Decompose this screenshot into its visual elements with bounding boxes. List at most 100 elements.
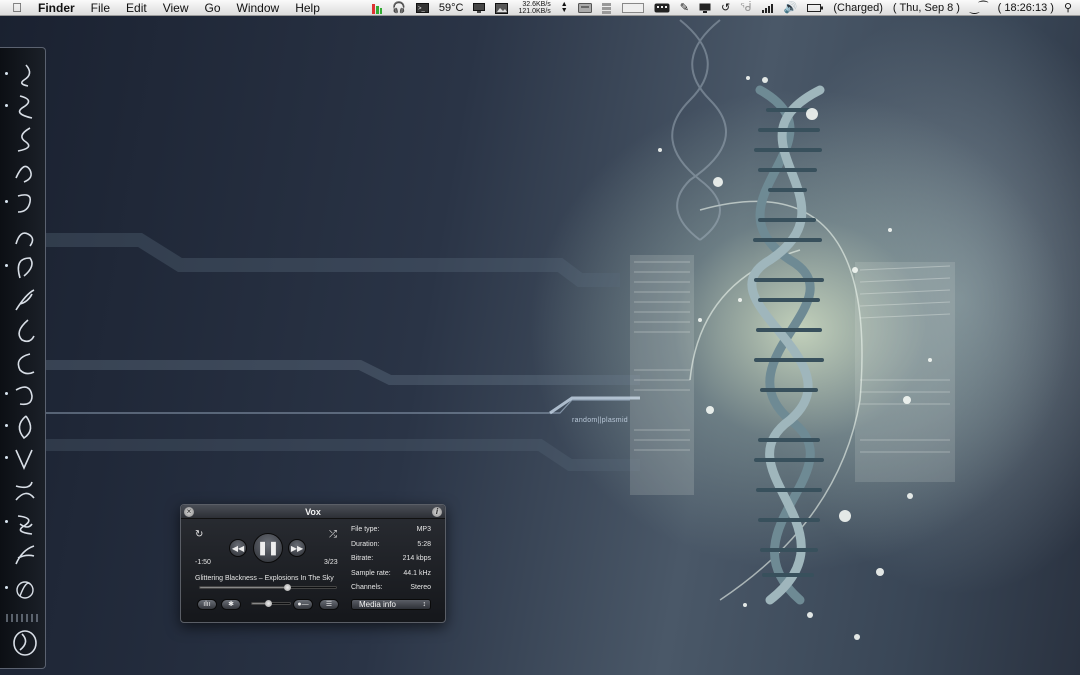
- battery-bars-icon[interactable]: [597, 2, 617, 14]
- pen-icon[interactable]: ✎: [675, 0, 694, 16]
- progress-slider[interactable]: [199, 584, 337, 591]
- previous-button[interactable]: ◀◀: [229, 539, 247, 557]
- play-pause-button[interactable]: ❚❚: [253, 533, 283, 563]
- menu-finder[interactable]: Finder: [34, 0, 83, 16]
- dock-item[interactable]: [2, 380, 44, 410]
- swirl-icon: [20, 64, 31, 87]
- network-arrows-icon[interactable]: ▲ ▼: [556, 1, 573, 14]
- cpu-meter-icon[interactable]: [367, 3, 387, 14]
- menu-file[interactable]: File: [83, 0, 118, 16]
- image-icon[interactable]: [490, 2, 513, 14]
- airplay-button[interactable]: ●—: [293, 599, 313, 610]
- running-indicator: [5, 586, 8, 589]
- desktop-wallpaper: [0, 0, 1080, 675]
- volume-icon[interactable]: 🔊: [779, 0, 803, 16]
- dock-item[interactable]: [2, 284, 44, 314]
- keyboard-icon[interactable]: [649, 3, 675, 13]
- bluetooth-icon[interactable]: ᖂ: [735, 0, 757, 16]
- swirl-icon: [15, 449, 33, 470]
- dock-item[interactable]: [2, 60, 44, 90]
- swirl-icon: [17, 515, 33, 535]
- time-machine-icon[interactable]: ↺: [716, 0, 735, 16]
- activity-graph-icon[interactable]: [617, 3, 649, 13]
- dock-item[interactable]: [2, 316, 44, 346]
- track-position: 3/23: [324, 559, 338, 566]
- weather-icon[interactable]: ‿⁀: [965, 0, 993, 16]
- running-indicator: [5, 520, 8, 523]
- network-speed[interactable]: 32.6KB/s 121.0KB/s: [513, 1, 555, 15]
- date-display[interactable]: ( Thu, Sep 8 ): [888, 0, 965, 16]
- swirl-icon: [18, 415, 32, 440]
- spotlight-icon[interactable]: ⚲: [1059, 0, 1080, 16]
- updown-arrow-icon: ↕: [422, 601, 427, 608]
- menu-view[interactable]: View: [155, 0, 197, 16]
- settings-button[interactable]: ✱: [221, 599, 241, 610]
- monitor-icon[interactable]: [694, 3, 716, 13]
- time-display[interactable]: ( 18:26:13 ): [993, 0, 1059, 16]
- track-title: Glittering Blackness – Explosions In The…: [195, 575, 334, 582]
- info-value: Stereo: [410, 584, 431, 591]
- key-icon: ●—: [297, 601, 309, 608]
- shuffle-icon[interactable]: ⤮: [329, 529, 337, 540]
- menu-edit[interactable]: Edit: [118, 0, 155, 16]
- info-label: Duration:: [351, 541, 380, 548]
- progress-knob[interactable]: [284, 584, 292, 591]
- dock-item[interactable]: [2, 188, 44, 218]
- dock-separator: [6, 614, 40, 622]
- fast-forward-icon: ▶▶: [290, 544, 304, 553]
- menu-window[interactable]: Window: [229, 0, 288, 16]
- playlist-button[interactable]: ☰: [319, 599, 339, 610]
- dock-item[interactable]: [2, 156, 44, 186]
- battery-icon[interactable]: [802, 3, 828, 13]
- dock-item[interactable]: [2, 444, 44, 474]
- close-icon[interactable]: ×: [184, 507, 194, 517]
- info-icon[interactable]: i: [432, 507, 442, 517]
- terminal-icon[interactable]: >_: [411, 3, 434, 13]
- wifi-icon[interactable]: [757, 3, 779, 13]
- dock-item[interactable]: [2, 412, 44, 442]
- menu-help[interactable]: Help: [287, 0, 328, 16]
- info-label: Channels:: [351, 584, 383, 591]
- next-button[interactable]: ▶▶: [288, 539, 306, 557]
- dock-item[interactable]: [2, 540, 44, 570]
- info-value: MP3: [416, 526, 431, 533]
- swirl-icon: [17, 257, 33, 279]
- menu-go[interactable]: Go: [197, 0, 229, 16]
- vox-title-bar[interactable]: Vox: [181, 505, 445, 519]
- repeat-icon[interactable]: ↻: [195, 529, 203, 540]
- dock-item-trash[interactable]: [2, 628, 44, 658]
- equalizer-button[interactable]: ılıı: [197, 599, 217, 610]
- info-value: 44.1 kHz: [403, 570, 431, 577]
- info-mode-select[interactable]: Media info ↕: [351, 599, 431, 610]
- dock-item[interactable]: [2, 348, 44, 378]
- running-indicator: [5, 456, 8, 459]
- dock-item[interactable]: [2, 220, 44, 250]
- vox-title: Vox: [305, 507, 321, 517]
- swirl-icon: [15, 545, 35, 565]
- headphones-icon[interactable]: 🎧: [387, 0, 411, 16]
- disk-icon[interactable]: [573, 3, 597, 13]
- dock-item[interactable]: [2, 508, 44, 538]
- running-indicator: [5, 72, 8, 75]
- apple-logo-icon[interactable]: : [0, 0, 34, 15]
- swirl-icon: [18, 319, 35, 343]
- vox-player-window: Vox × i ↻ ⤮ ◀◀ ❚❚ ▶▶ -1:50 3/23 Glitteri…: [180, 504, 446, 623]
- menu-extras: 🎧 >_ 59°C 32.6KB/s 121.0KB/s ▲ ▼ ✎ ↺ ᖂ 🔊…: [367, 0, 1080, 16]
- wallpaper-art: [0, 19, 955, 640]
- dock-item[interactable]: [2, 92, 44, 122]
- display-icon[interactable]: [468, 3, 490, 13]
- dock-item[interactable]: [2, 252, 44, 282]
- svg-text:>_: >_: [418, 6, 426, 12]
- info-label: Sample rate:: [351, 570, 391, 577]
- dock-item[interactable]: [2, 574, 44, 604]
- battery-status[interactable]: (Charged): [828, 0, 888, 16]
- elapsed-time: -1:50: [195, 559, 211, 566]
- running-indicator: [5, 424, 8, 427]
- info-label: File type:: [351, 526, 380, 533]
- wallpaper-caption: random||plasmid: [572, 417, 628, 424]
- temperature-readout[interactable]: 59°C: [434, 0, 469, 16]
- volume-knob[interactable]: [264, 600, 272, 607]
- volume-slider[interactable]: [251, 600, 291, 607]
- dock-item[interactable]: [2, 124, 44, 154]
- dock-item[interactable]: [2, 476, 44, 506]
